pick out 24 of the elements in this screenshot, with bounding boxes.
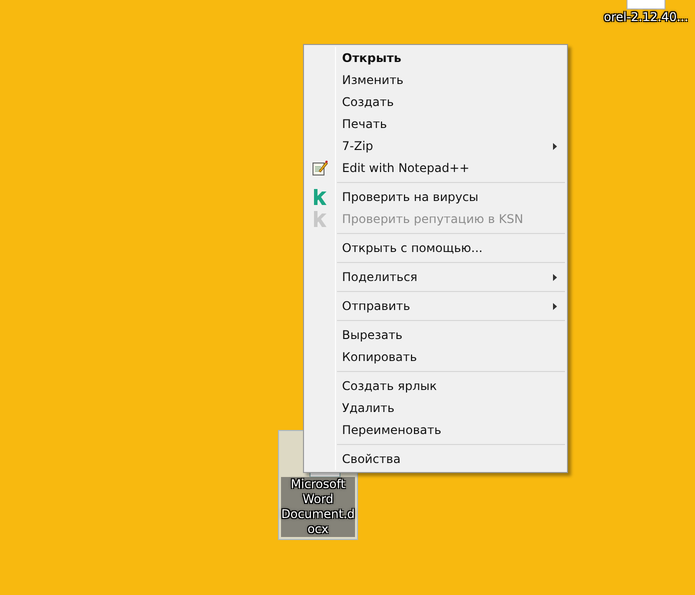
menu-item[interactable]: Edit with Notepad++	[335, 157, 567, 179]
file-icon	[626, 0, 666, 10]
notepad-icon	[312, 160, 328, 176]
icon-label[interactable]: Microsoft Word Document.d ocx	[281, 477, 355, 537]
menu-item[interactable]: Создать ярлык	[335, 375, 567, 397]
menu-item[interactable]: 7-Zip	[335, 135, 567, 157]
submenu-arrow-icon	[553, 302, 557, 310]
menu-item[interactable]: Печать	[335, 113, 567, 135]
menu-item[interactable]: Проверить на вирусы	[335, 186, 567, 208]
menu-item[interactable]: Создать	[335, 91, 567, 113]
menu-item[interactable]: Отправить	[335, 295, 567, 317]
k-letter-icon	[312, 189, 326, 205]
k-letter-icon	[312, 211, 326, 227]
submenu-arrow-icon	[553, 142, 557, 150]
menu-item[interactable]: Переименовать	[335, 419, 567, 441]
menu-item[interactable]: Копировать	[335, 346, 567, 368]
menu-item[interactable]: Открыть	[335, 47, 567, 69]
menu-item[interactable]: Вырезать	[335, 324, 567, 346]
menu-item[interactable]: Свойства	[335, 448, 567, 470]
menu-item[interactable]: Поделиться	[335, 266, 567, 288]
menu-item[interactable]: Открыть с помощью...	[335, 237, 567, 259]
submenu-arrow-icon	[553, 274, 557, 280]
menu-item[interactable]: Изменить	[335, 69, 567, 91]
menu-item[interactable]: Удалить	[335, 397, 567, 419]
